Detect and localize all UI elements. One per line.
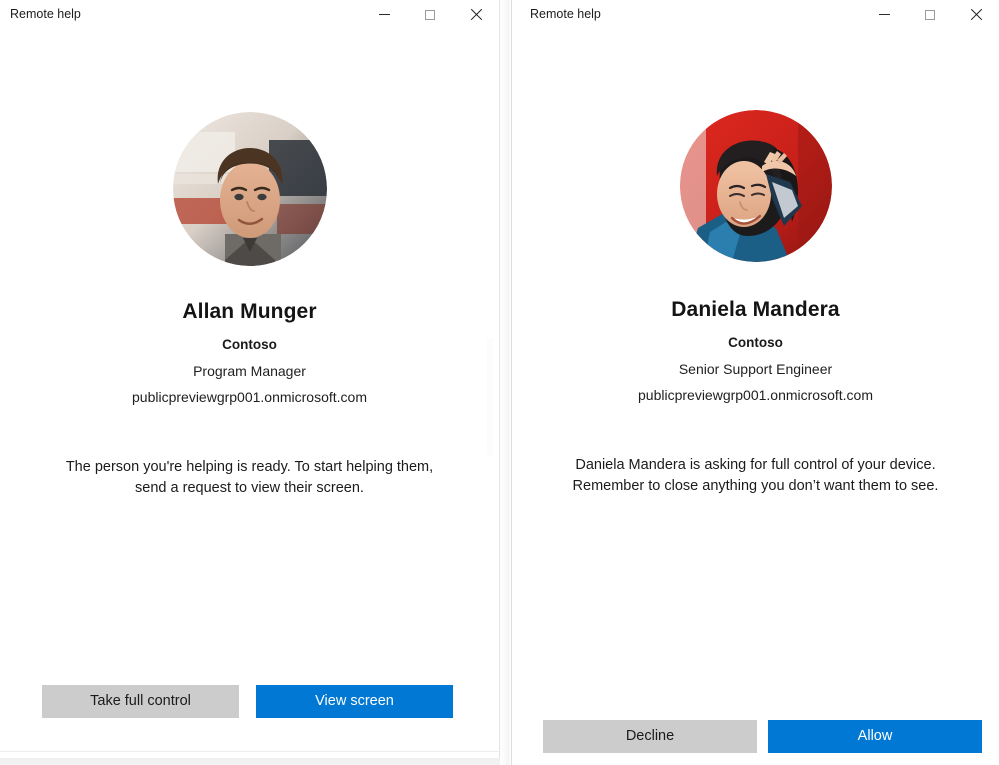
tenant-domain: publicpreviewgrp001.onmicrosoft.com — [132, 389, 367, 405]
titlebar-helper[interactable]: Remote help — [0, 0, 499, 29]
action-bar-sharer: Decline Allow — [543, 720, 982, 753]
window-body-helper: Allan Munger Contoso Program Manager pub… — [0, 29, 499, 499]
window-title: Remote help — [10, 7, 81, 21]
scrollbar[interactable] — [487, 338, 493, 456]
maximize-icon[interactable] — [907, 0, 953, 29]
remote-help-window-helper: Remote help Allan Munger Contoso Program… — [0, 0, 500, 758]
person-name: Daniela Mandera — [671, 298, 840, 321]
job-title: Senior Support Engineer — [678, 361, 833, 377]
tenant-domain: publicpreviewgrp001.onmicrosoft.com — [638, 387, 873, 403]
organization-name: Contoso — [222, 337, 277, 352]
organization-name: Contoso — [728, 335, 783, 350]
status-message: The person you're helping is ready. To s… — [65, 459, 434, 496]
user-photo-avatar — [172, 112, 327, 266]
avatar — [679, 110, 832, 262]
screen: Remote help Allan Munger Contoso Program… — [0, 0, 999, 765]
allow-button[interactable]: Allow — [768, 720, 982, 753]
view-screen-button[interactable]: View screen — [256, 685, 453, 718]
close-icon[interactable] — [453, 0, 499, 29]
job-title: Program Manager — [193, 363, 306, 379]
close-icon[interactable] — [953, 0, 999, 29]
minimize-icon[interactable] — [861, 0, 907, 29]
window-caption-buttons — [861, 0, 999, 29]
maximize-icon[interactable] — [407, 0, 453, 29]
action-bar-helper: Take full control View screen — [42, 685, 453, 718]
person-name: Allan Munger — [182, 300, 317, 323]
window-gutter — [500, 0, 511, 765]
avatar — [172, 112, 327, 266]
window-bottom-trim — [0, 751, 499, 758]
window-title: Remote help — [530, 7, 601, 21]
decline-button[interactable]: Decline — [543, 720, 757, 753]
status-message: Daniela Mandera is asking for full contr… — [572, 457, 939, 494]
user-photo-avatar — [679, 110, 832, 262]
minimize-icon[interactable] — [361, 0, 407, 29]
window-body-sharer: Daniela Mandera Contoso Senior Support E… — [512, 29, 999, 497]
take-full-control-button[interactable]: Take full control — [42, 685, 239, 718]
window-caption-buttons — [361, 0, 499, 29]
remote-help-window-sharer: Remote help Daniela Mandera Contoso Seni… — [511, 0, 999, 765]
titlebar-sharer[interactable]: Remote help — [512, 0, 999, 29]
